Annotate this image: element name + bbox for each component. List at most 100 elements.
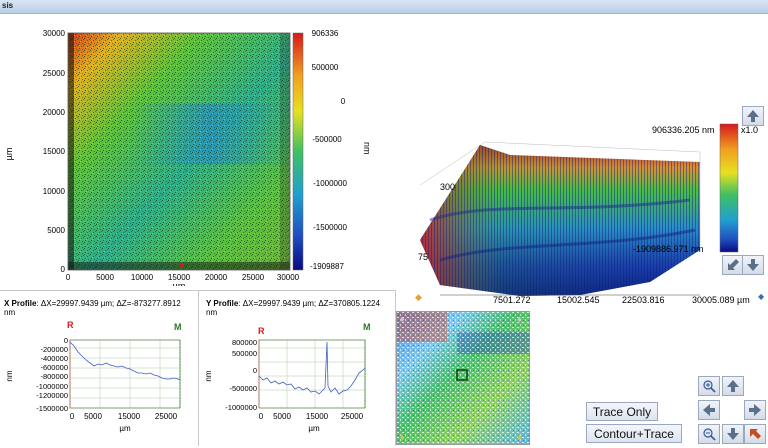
xprofile-chart[interactable]: R M 0 -200000 -400000 -600000 -800000 -1…: [0, 318, 198, 446]
arrow-right-icon: [749, 404, 761, 416]
zoom-in-icon: [703, 380, 716, 393]
y-tick: -800000: [40, 372, 68, 381]
y-tick: -1000000: [225, 403, 257, 412]
rotate-left-3d-button[interactable]: [722, 255, 744, 275]
cursor-marker-icon[interactable]: ✕: [178, 261, 185, 270]
axis-tick: 30005.089 µm: [692, 295, 750, 305]
corner-bulb-icon[interactable]: ♦: [400, 314, 405, 324]
yprofile-chart[interactable]: R M 800000 500000 0 -500000 -1000000 nm …: [199, 318, 395, 446]
pan-left-button[interactable]: [698, 400, 720, 420]
y-tick: 10000: [43, 187, 66, 196]
x-tick: 5000: [84, 412, 102, 421]
minimap[interactable]: ♦ ♦ ♦ ♦: [396, 311, 530, 445]
xprofile-ylabel: nm: [5, 370, 14, 381]
x-tick: 25000: [341, 412, 364, 421]
corner-bulb-icon[interactable]: ♦: [517, 314, 522, 324]
axis-tick: 22503.816: [622, 295, 665, 305]
view3d-panel[interactable]: 7501.272 15002.545 22503.816 30005.089 µ…: [400, 100, 768, 312]
reset-arrow-icon: [750, 429, 761, 439]
yprofile-info: : ΔX=29997.9439 µm; ΔZ=370805.1224: [238, 299, 380, 308]
x-tick: 5000: [273, 412, 291, 421]
yprofile-ylabel: nm: [204, 370, 213, 381]
arrow-up-icon: [747, 110, 759, 122]
zoom-in-button[interactable]: [698, 376, 720, 396]
heatmap-y-ticks: 30000 25000 20000 15000 10000 5000 0: [43, 29, 66, 274]
arrow-down-left-icon: [728, 259, 739, 270]
surface-3d[interactable]: [420, 145, 700, 296]
heatmap-ylabel: µm: [4, 148, 14, 161]
xprofile-unit: nm: [4, 308, 16, 317]
view3d-edge-label-top: 300: [440, 182, 455, 192]
heatmap-panel: 30000 25000 20000 15000 10000 5000 0 µm …: [0, 14, 390, 291]
pan-down-button[interactable]: [722, 424, 744, 444]
arrow-left-icon: [703, 404, 715, 416]
colorbar-tick: -500000: [312, 135, 342, 144]
x-tick: 10000: [131, 273, 154, 282]
y-tick: 25000: [43, 69, 66, 78]
minimap-svg: ♦ ♦ ♦ ♦: [397, 312, 529, 444]
y-tick: -200000: [40, 345, 68, 354]
corner-bulb-icon[interactable]: ♦: [517, 432, 522, 442]
yprofile-x-ticks: 0 5000 15000 25000: [259, 412, 364, 421]
axis-origin-arrow-icon: ◆: [415, 292, 422, 302]
y-tick: 30000: [43, 29, 66, 38]
window-titlebar: sis: [0, 0, 768, 14]
yprofile-marker-r: R: [258, 326, 265, 336]
xprofile-header: X Profile: ΔX=29997.9439 µm; ΔZ=-873277.…: [4, 299, 196, 317]
y-tick: 15000: [43, 147, 66, 156]
xprofile-y-ticks: 0 -200000 -400000 -600000 -800000 -10000…: [36, 336, 68, 413]
axis-end-arrow-icon: ◆: [758, 292, 765, 301]
xprofile-xlabel: µm: [119, 424, 131, 433]
yprofile-header: Y Profile: ΔX=29997.9439 µm; ΔZ=370805.1…: [206, 299, 394, 317]
y-tick: -500000: [229, 384, 257, 393]
colorbar-tick: -1500000: [313, 223, 347, 232]
view3d-colorbar: [719, 123, 739, 253]
zoom-out-icon: [703, 428, 716, 441]
pan-up-button[interactable]: [722, 376, 744, 396]
pan-right-button[interactable]: [744, 400, 766, 420]
xprofile-marker-m: M: [174, 322, 182, 332]
trace-only-button[interactable]: Trace Only: [586, 402, 658, 421]
colorbar-tick: -1000000: [313, 179, 347, 188]
colorbar-tick: -1909887: [310, 262, 344, 271]
yprofile-svg: R M 800000 500000 0 -500000 -1000000 nm …: [204, 322, 371, 433]
x-tick: 0: [66, 273, 71, 282]
yprofile-y-ticks: 800000 500000 0 -500000 -1000000: [225, 338, 257, 412]
y-tick: -1500000: [36, 404, 68, 413]
colorbar-ticks: 906336 500000 0 -500000 -1000000 -150000…: [310, 29, 347, 271]
reset-view-button[interactable]: [744, 424, 766, 444]
corner-bulb-icon[interactable]: ♦: [400, 432, 405, 442]
x-tick: 15000: [118, 412, 141, 421]
y-tick: -400000: [40, 354, 68, 363]
view3d-axis-ticks: 7501.272 15002.545 22503.816 30005.089 µ…: [493, 295, 750, 305]
axis-tick: 7501.272: [493, 295, 531, 305]
zoom-out-button[interactable]: [698, 424, 720, 444]
rotate-up-button[interactable]: [742, 106, 764, 126]
x-tick: 25000: [155, 412, 178, 421]
x-tick: 5000: [96, 273, 114, 282]
xprofile-title: X Profile: [4, 299, 37, 308]
y-tick: 0: [253, 366, 257, 375]
y-tick: -1000000: [36, 382, 68, 391]
x-tick: 15000: [306, 412, 329, 421]
colorbar-unit: nm: [362, 142, 372, 155]
y-tick: 500000: [232, 349, 257, 358]
arrow-down-icon: [747, 259, 759, 271]
heatmap-image[interactable]: [68, 33, 290, 270]
view3d-zoom-label: x1.0: [741, 125, 758, 135]
y-tick: -1200000: [36, 391, 68, 400]
axis-tick: 15002.545: [557, 295, 600, 305]
rotate-down-button[interactable]: [742, 255, 764, 275]
y-tick: 5000: [47, 226, 65, 235]
colorbar-tick: 500000: [312, 63, 339, 72]
arrow-down-icon: [727, 428, 739, 440]
xprofile-x-ticks: 0 5000 15000 25000: [70, 412, 178, 421]
yprofile-marker-m: M: [363, 322, 371, 332]
arrow-up-icon: [727, 380, 739, 392]
contour-trace-button[interactable]: Contour+Trace: [586, 424, 682, 443]
xprofile-info: : ΔX=29997.9439 µm; ΔZ=-873277.8912: [36, 299, 181, 308]
x-tick: 30000: [277, 273, 300, 282]
x-tick: 20000: [205, 273, 228, 282]
x-tick: 0: [70, 412, 75, 421]
y-tick: 0: [64, 336, 68, 345]
